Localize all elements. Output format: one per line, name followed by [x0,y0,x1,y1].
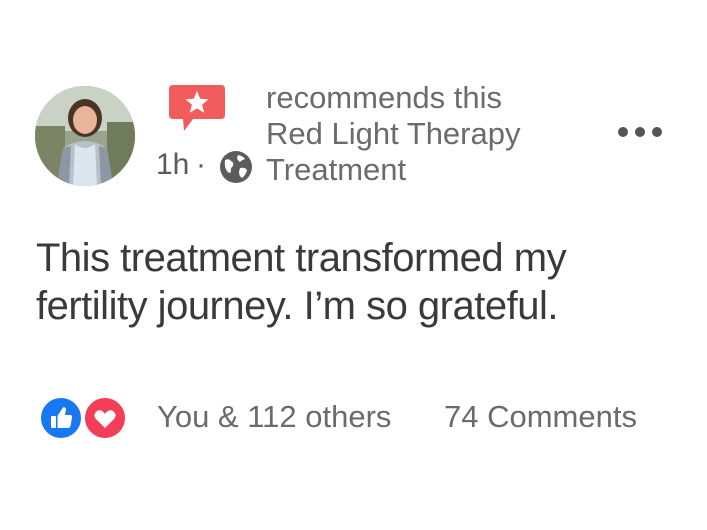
recommendation-page-name-line-2[interactable]: Red Light Therapy [266,116,586,152]
love-icon [82,395,128,441]
recommendation-text: recommends this Red Light Therapy Treatm… [266,80,586,188]
comments-count[interactable]: 74 Comments [444,399,637,435]
globe-icon [218,149,254,185]
more-dot [652,127,662,137]
post-body-text: This treatment transformed my fertility … [36,236,567,328]
recommendation-page-name-line-3[interactable]: Treatment [266,152,586,188]
user-avatar-photo [35,86,135,186]
more-dot [635,127,645,137]
like-icon [38,395,84,441]
more-options-icon[interactable] [618,120,662,144]
recommendation-line-1: recommends this [266,80,503,115]
recommend-star-icon [169,85,225,131]
reaction-count[interactable]: You & 112 others [157,399,391,435]
avatar[interactable] [35,86,135,186]
post-time[interactable]: 1h [156,148,189,182]
more-dot [618,127,628,137]
reactions-icons[interactable] [38,395,134,441]
recommend-badge [167,83,227,133]
separator-dot: · [196,148,206,181]
